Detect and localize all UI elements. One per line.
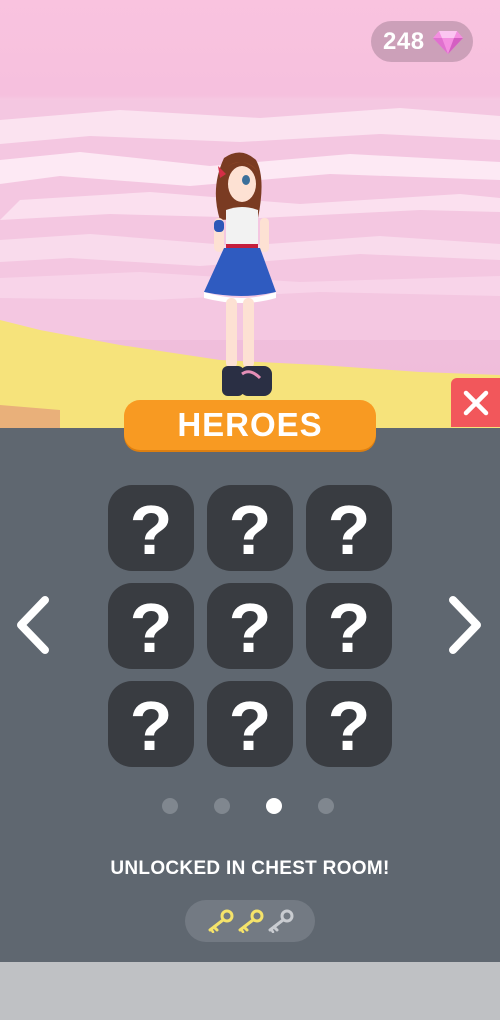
unlock-hint: UNLOCKED IN CHEST ROOM!: [110, 858, 390, 879]
title-banner: HEROES: [124, 400, 376, 450]
question-mark: ?: [129, 687, 173, 765]
page-dot-active[interactable]: [266, 798, 282, 814]
page-dot[interactable]: [318, 798, 334, 814]
game-scene: 248: [0, 0, 500, 430]
hero-slot[interactable]: ?: [108, 583, 194, 669]
hero-character: [204, 152, 276, 396]
question-mark: ?: [327, 491, 371, 569]
hero-slot[interactable]: ?: [207, 485, 293, 571]
previous-page-button[interactable]: [8, 590, 58, 660]
question-mark: ?: [228, 589, 272, 667]
key-icon: [238, 909, 264, 933]
hero-slot[interactable]: ?: [207, 681, 293, 767]
key-icon: [208, 909, 234, 933]
hero-slot[interactable]: ?: [306, 485, 392, 571]
chevron-left-icon: [17, 596, 49, 654]
question-mark: ?: [327, 589, 371, 667]
gem-count: 248: [383, 27, 425, 55]
diamond-icon: [432, 30, 463, 54]
panel-title: HEROES: [177, 406, 323, 443]
keys-counter: [185, 900, 315, 942]
gem-counter: 248: [371, 21, 473, 62]
question-mark: ?: [327, 687, 371, 765]
question-mark: ?: [129, 491, 173, 569]
page-indicator: [162, 797, 340, 815]
hero-slot[interactable]: ?: [108, 681, 194, 767]
hero-slot[interactable]: ?: [306, 583, 392, 669]
hero-slot[interactable]: ?: [306, 681, 392, 767]
bottom-bar: [0, 962, 500, 1020]
page-dot[interactable]: [214, 798, 230, 814]
key-icon-empty: [268, 909, 294, 933]
close-icon: [463, 390, 488, 415]
question-mark: ?: [129, 589, 173, 667]
next-page-button[interactable]: [440, 590, 490, 660]
hero-slot[interactable]: ?: [108, 485, 194, 571]
page-dot[interactable]: [162, 798, 178, 814]
question-mark: ?: [228, 687, 272, 765]
chevron-right-icon: [449, 596, 481, 654]
close-button[interactable]: [451, 378, 500, 427]
hero-grid: ? ? ? ? ? ? ? ? ?: [108, 485, 392, 769]
question-mark: ?: [228, 491, 272, 569]
hero-slot[interactable]: ?: [207, 583, 293, 669]
